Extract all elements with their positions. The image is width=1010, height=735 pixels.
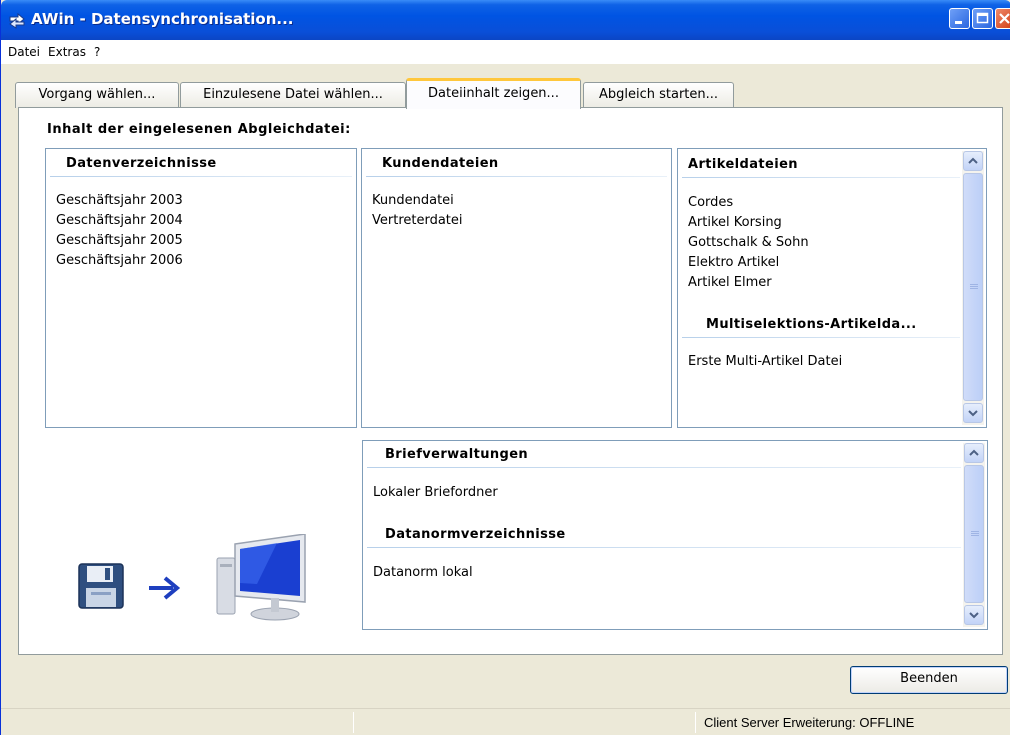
menu-datei[interactable]: Datei — [4, 45, 44, 59]
list-item[interactable]: Gottschalk & Sohn — [688, 235, 809, 250]
menu-bar: Datei Extras ? — [1, 40, 1010, 64]
multiselektion-title: Multiselektions-Artikelda... — [706, 317, 917, 332]
list-item[interactable]: Artikel Korsing — [688, 215, 782, 230]
close-icon — [999, 13, 1010, 24]
minimize-icon — [955, 21, 962, 24]
briefverwaltungen-title: Briefverwaltungen — [385, 447, 529, 462]
artikeldateien-title: Artikeldateien — [688, 157, 798, 172]
tab-panel: Inhalt der eingelesenen Abgleichdatei: D… — [18, 107, 1003, 655]
connection-status: Client Server Erweiterung: OFFLINE — [704, 715, 915, 730]
chevron-down-icon — [969, 612, 979, 619]
tab-dateiinhalt-zeigen[interactable]: Dateiinhalt zeigen... — [406, 78, 581, 109]
divider — [367, 467, 961, 468]
computer-icon — [216, 534, 306, 621]
list-item[interactable]: Vertreterdatei — [372, 213, 463, 228]
divider — [682, 177, 960, 178]
datanorm-title: Datanormverzeichnisse — [385, 527, 566, 542]
status-separator — [353, 712, 354, 733]
scroll-down-button[interactable] — [964, 605, 984, 625]
scroll-thumb[interactable] — [963, 173, 983, 401]
divider — [50, 176, 352, 177]
artikeldateien-scrollbar[interactable] — [962, 151, 984, 425]
datenverzeichnisse-panel: Datenverzeichnisse Geschäftsjahr 2003 Ge… — [45, 148, 357, 428]
divider — [366, 176, 667, 177]
tab-abgleich-starten[interactable]: Abgleich starten... — [583, 82, 734, 108]
status-separator — [695, 712, 696, 733]
tab-datei-waehlen[interactable]: Einzulesene Datei wählen... — [180, 82, 406, 108]
briefverwaltungen-panel[interactable]: Briefverwaltungen Lokaler Briefordner Da… — [362, 440, 988, 630]
list-item[interactable]: Elektro Artikel — [688, 255, 779, 270]
kundendateien-title: Kundendateien — [382, 156, 499, 171]
maximize-button[interactable] — [972, 8, 993, 29]
artikeldateien-panel[interactable]: Artikeldateien Cordes Artikel Korsing Go… — [677, 148, 987, 428]
scroll-up-button[interactable] — [964, 443, 984, 463]
list-item[interactable]: Kundendatei — [372, 193, 454, 208]
scroll-thumb[interactable] — [964, 465, 984, 603]
content-heading: Inhalt der eingelesenen Abgleichdatei: — [47, 122, 351, 137]
arrow-right-icon — [149, 576, 181, 600]
chevron-up-icon — [969, 449, 979, 456]
kundendateien-panel: Kundendateien Kundendatei Vertreterdatei — [361, 148, 672, 428]
menu-help[interactable]: ? — [90, 45, 104, 59]
app-icon — [9, 12, 25, 29]
divider — [682, 337, 960, 338]
chevron-up-icon — [968, 157, 978, 164]
list-item[interactable]: Artikel Elmer — [688, 275, 772, 290]
maximize-icon — [976, 12, 989, 24]
chevron-down-icon — [968, 410, 978, 417]
list-item[interactable]: Geschäftsjahr 2006 — [56, 253, 183, 268]
status-bar: Client Server Erweiterung: OFFLINE — [1, 708, 1010, 735]
menu-extras[interactable]: Extras — [44, 45, 90, 59]
list-item[interactable]: Lokaler Briefordner — [373, 485, 498, 500]
minimize-button[interactable] — [949, 8, 970, 29]
beenden-button[interactable]: Beenden — [850, 666, 1008, 694]
tab-vorgang-waehlen[interactable]: Vorgang wählen... — [15, 82, 179, 108]
list-item[interactable]: Geschäftsjahr 2003 — [56, 193, 183, 208]
list-item[interactable]: Erste Multi-Artikel Datei — [688, 354, 842, 369]
scroll-down-button[interactable] — [963, 403, 983, 423]
list-item[interactable]: Datanorm lokal — [373, 565, 473, 580]
divider — [367, 547, 961, 548]
list-item[interactable]: Geschäftsjahr 2004 — [56, 213, 183, 228]
close-button[interactable] — [995, 8, 1010, 29]
title-bar[interactable]: AWin - Datensynchronisation... — [1, 0, 1010, 40]
scroll-up-button[interactable] — [963, 151, 983, 171]
window-title: AWin - Datensynchronisation... — [31, 10, 294, 28]
app-window: AWin - Datensynchronisation... Datei Ext… — [0, 0, 1010, 735]
list-item[interactable]: Geschäftsjahr 2005 — [56, 233, 183, 248]
briefverwaltungen-scrollbar[interactable] — [963, 443, 985, 627]
datenverzeichnisse-title: Datenverzeichnisse — [66, 156, 217, 171]
floppy-disk-icon — [78, 563, 124, 609]
sync-illustration — [78, 534, 306, 621]
list-item[interactable]: Cordes — [688, 195, 733, 210]
